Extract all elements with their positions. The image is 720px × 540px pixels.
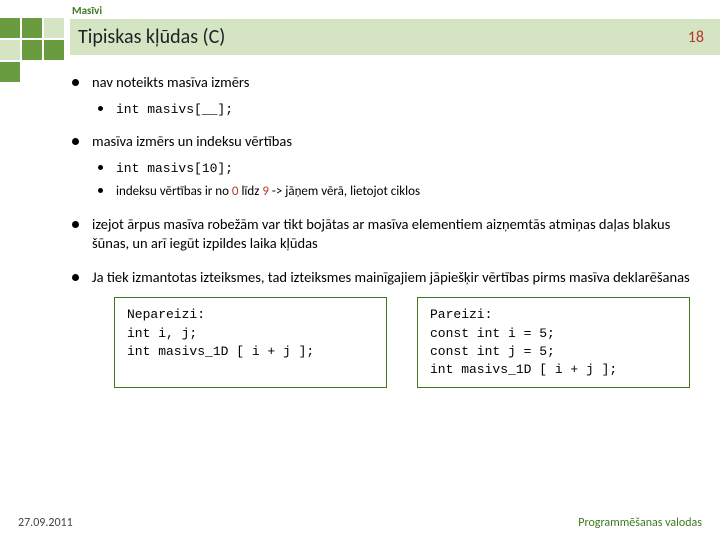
highlight-number: 9 [262,184,269,199]
bullet-list: nav noteikts masīva izmērs int masivs[__… [70,73,690,388]
sub-text: indeksu vērtības ir no [116,184,232,199]
decor-square [44,18,64,38]
highlight-number: 0 [232,184,239,199]
sub-item: int masivs[__]; [92,101,690,119]
sub-list: int masivs[__]; [92,101,690,119]
header: Masīvi Tipiskas kļūdas (C) 18 [70,0,720,55]
bullet-text: nav noteikts masīva izmērs [92,73,249,91]
slide-number: 18 [688,28,704,47]
section-overline: Masīvi [70,4,720,17]
content-area: nav noteikts masīva izmērs int masivs[__… [0,55,720,388]
sub-item: indeksu vērtības ir no 0 līdz 9 -> jāņem… [92,183,690,201]
bullet-text: masīva izmērs un indeksu vērtības [92,132,292,150]
decor-square [0,40,20,60]
code-right: Pareizi: const int i = 5; const int j = … [417,297,690,388]
code-snippet: int masivs[10]; [116,161,233,176]
decor-square [22,40,42,60]
code-snippet: int masivs[__]; [116,102,233,117]
decor-square [44,40,64,60]
footer: 27.09.2011 Programmēšanas valodas [0,516,720,530]
decor-square [0,18,20,38]
slide-title: Tipiskas kļūdas (C) [78,25,225,49]
sub-text: līdz [239,184,263,199]
sub-item: int masivs[10]; [92,160,690,178]
sub-list: int masivs[10]; indeksu vērtības ir no 0… [92,160,690,201]
decor-square [22,18,42,38]
footer-date: 27.09.2011 [18,516,73,530]
sub-text: -> jāņem vērā, lietojot ciklos [269,184,420,199]
bullet-item: Ja tiek izmantotas izteiksmes, tad iztei… [70,268,690,388]
bullet-item: izejot ārpus masīva robežām var tikt boj… [70,215,690,254]
bullet-item: nav noteikts masīva izmērs int masivs[__… [70,73,690,118]
footer-course: Programmēšanas valodas [578,516,702,530]
code-wrong: Nepareizi: int i, j; int masivs_1D [ i +… [114,297,387,388]
bullet-text: Ja tiek izmantotas izteiksmes, tad iztei… [92,268,690,286]
code-examples: Nepareizi: int i, j; int masivs_1D [ i +… [114,297,690,388]
title-bar: Tipiskas kļūdas (C) 18 [70,19,720,55]
bullet-item: masīva izmērs un indeksu vērtības int ma… [70,132,690,201]
decor-square [0,62,20,82]
bullet-text: izejot ārpus masīva robežām var tikt boj… [92,215,670,253]
corner-decoration [0,18,64,82]
